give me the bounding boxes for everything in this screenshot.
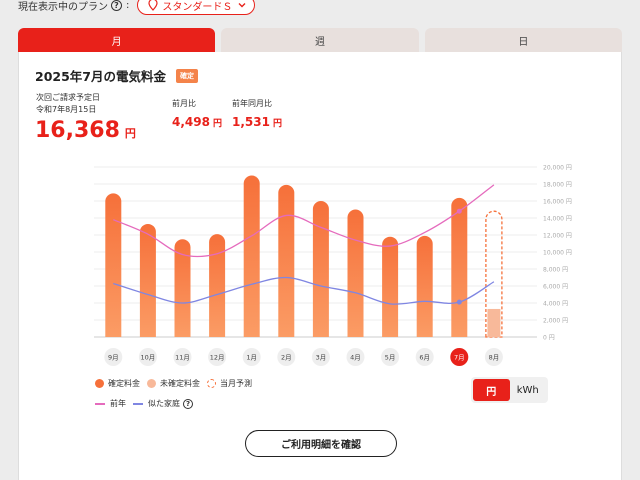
x-tick-label: 10月 <box>141 354 156 362</box>
amount-unit: 円 <box>124 127 136 140</box>
x-tick-label: 6月 <box>419 354 430 362</box>
prev-month-unit: 円 <box>212 119 222 129</box>
usage-chart: 0 円 2,000 円 4,000 円 6,000 円 8,000 円 10,000 円 1… <box>94 165 572 366</box>
chevron-down-icon <box>238 3 246 8</box>
x-tick-label: 12月 <box>210 354 225 362</box>
legend-forecast-label: 当月予測 <box>220 379 252 388</box>
help-icon[interactable]: ? <box>111 0 122 11</box>
bar-confirmed <box>382 236 399 337</box>
legend-confirmed: 確定料金 <box>95 378 140 389</box>
x-tick-label: 11月 <box>175 354 190 362</box>
prev-year-value: 1,531 <box>232 115 270 129</box>
prev-month-compare: 前月比 4,498 円 <box>172 98 222 129</box>
x-tick-label: 1月 <box>246 354 257 362</box>
y-tick-label: 8,000 円 <box>543 267 568 274</box>
y-tick-label: 18,000 円 <box>543 182 572 189</box>
y-tick-label: 4,000 円 <box>543 301 568 308</box>
due-date: 令和7年8月15日 <box>36 105 97 114</box>
legend-confirmed-label: 確定料金 <box>108 379 140 388</box>
location-pin-icon <box>148 0 158 11</box>
legend-last-year-swatch <box>95 402 105 405</box>
x-tick-label: 7月 <box>454 354 465 362</box>
usage-detail-button[interactable]: ご利用明細を確認 <box>245 430 397 457</box>
plan-select[interactable]: スタンダードＳ <box>137 0 256 15</box>
unit-kwh-button[interactable]: kWh <box>510 379 547 401</box>
legend-last-year: 前年 <box>95 398 126 409</box>
legend-similar-label: 似た家庭 <box>148 399 180 408</box>
y-tick-label: 16,000 円 <box>543 199 572 206</box>
bill-title-row: 2025年7月の電気料金 確定 <box>35 66 198 85</box>
bar-confirmed <box>312 201 329 337</box>
help-icon[interactable]: ? <box>183 398 193 409</box>
bar-unconfirmed <box>487 308 501 337</box>
x-tick-label: 5月 <box>385 354 396 362</box>
plan-selected: スタンダードＳ <box>162 1 233 13</box>
x-tick-label: 4月 <box>350 354 361 362</box>
plan-colon: : <box>126 0 130 11</box>
bill-amount: 16,368 円 <box>35 118 136 143</box>
prev-month-value: 4,498 <box>172 115 210 129</box>
due-info: 次回ご請求予定日 令和7年8月15日 <box>36 92 100 116</box>
due-label: 次回ご請求予定日 <box>36 93 100 102</box>
plan-label: 現在表示中のプラン <box>18 1 108 13</box>
legend-last-year-label: 前年 <box>110 399 126 408</box>
legend-unconfirmed-label: 未確定料金 <box>160 379 200 388</box>
bill-card: 2025年7月の電気料金 確定 次回ご請求予定日 令和7年8月15日 16,36… <box>18 52 622 480</box>
y-tick-label: 6,000 円 <box>543 284 568 291</box>
legend-similar-swatch <box>133 402 143 405</box>
legend-unconfirmed-swatch <box>147 379 156 388</box>
y-tick-label: 10,000 円 <box>543 250 572 257</box>
tab-day[interactable]: 日 <box>424 28 622 52</box>
amount-value: 16,368 <box>35 118 120 143</box>
x-tick-label: 2月 <box>281 354 292 362</box>
legend-confirmed-swatch <box>95 379 104 388</box>
bar-confirmed <box>451 197 468 337</box>
bar-confirmed <box>209 234 226 337</box>
plan-bar: 現在表示中のプラン ? : スタンダードＳ <box>18 0 256 16</box>
bar-confirmed <box>243 175 260 337</box>
y-tick-label: 2,000 円 <box>543 318 568 325</box>
point-last-year <box>456 208 462 214</box>
y-tick-label: 20,000 円 <box>543 165 572 172</box>
status-badge: 確定 <box>176 68 198 83</box>
prev-year-label: 前年同月比 <box>232 99 272 108</box>
point-similar <box>456 299 462 305</box>
prev-year-compare: 前年同月比 1,531 円 <box>232 98 282 129</box>
period-tabs: 月 週 日 <box>18 28 622 52</box>
bar-confirmed <box>278 184 295 337</box>
y-tick-label: 14,000 円 <box>543 216 572 223</box>
line-last-year <box>113 184 495 258</box>
y-tick-label: 12,000 円 <box>543 233 572 240</box>
bar-confirmed <box>416 235 433 337</box>
legend-forecast: 当月予測 <box>207 378 252 389</box>
tab-week[interactable]: 週 <box>221 28 419 52</box>
bar-confirmed <box>347 209 364 337</box>
legend-forecast-swatch <box>207 379 216 388</box>
legend-similar: 似た家庭 ? <box>133 398 193 409</box>
tab-month[interactable]: 月 <box>18 28 216 52</box>
prev-year-unit: 円 <box>272 119 282 129</box>
x-tick-label: 3月 <box>316 354 327 362</box>
prev-month-label: 前月比 <box>172 99 196 108</box>
unit-toggle: 円 kWh <box>471 377 548 403</box>
legend-unconfirmed: 未確定料金 <box>147 378 200 389</box>
bar-confirmed <box>139 223 156 337</box>
x-tick-label: 9月 <box>108 354 119 362</box>
unit-yen-button[interactable]: 円 <box>473 379 510 401</box>
line-similar <box>113 276 495 305</box>
y-tick-label: 0 円 <box>543 335 555 342</box>
bar-confirmed <box>105 193 122 337</box>
x-tick-label: 8月 <box>489 354 500 362</box>
bill-title: 2025年7月の電気料金 <box>35 69 166 84</box>
